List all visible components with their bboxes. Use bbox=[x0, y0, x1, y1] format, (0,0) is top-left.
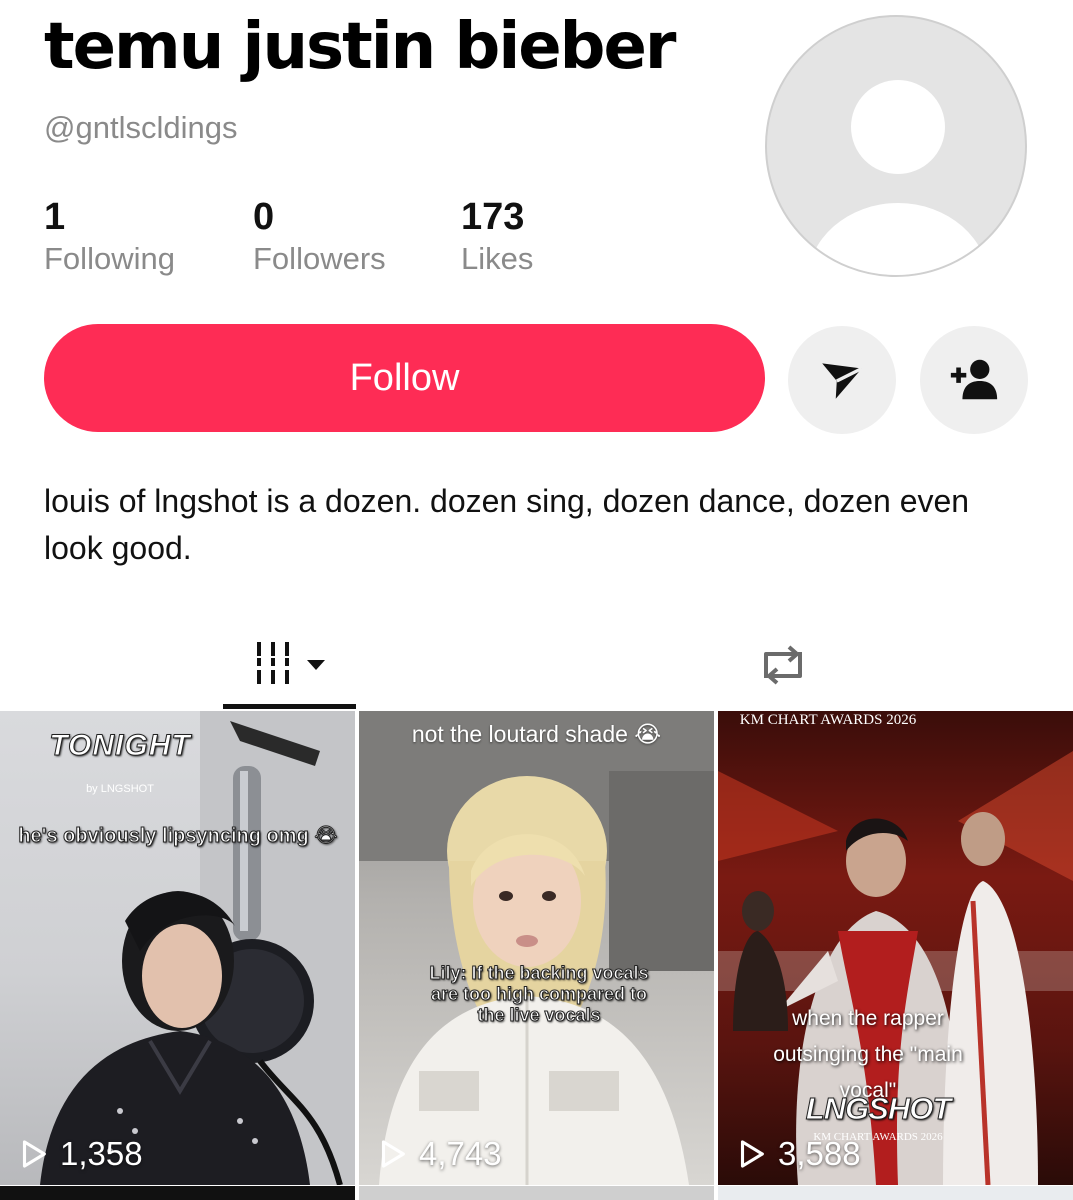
video-2-caption-top: not the loutard shade 😭 bbox=[411, 721, 662, 747]
video-grid: TONIGHT by LNGSHOT he's obviously lipsyn… bbox=[0, 711, 1073, 1200]
view-count-value: 4,743 bbox=[419, 1135, 502, 1172]
view-count-value: 1,358 bbox=[60, 1135, 143, 1172]
video-1-overlay-title: TONIGHT bbox=[49, 729, 191, 763]
video-thumbnail[interactable]: not the loutard shade 😭 Lily: If the bac… bbox=[359, 711, 714, 1185]
followers-count: 0 bbox=[253, 196, 275, 238]
profile-bio: louis of lngshot is a dozen. dozen sing,… bbox=[44, 483, 970, 566]
profile-username: @gntlscldings bbox=[44, 110, 238, 145]
tab-videos[interactable] bbox=[223, 620, 356, 710]
video-thumbnail-partial[interactable] bbox=[359, 1186, 714, 1200]
video-3-brand: LNGSHOT bbox=[805, 1091, 952, 1127]
view-count-value: 3,588 bbox=[778, 1135, 861, 1172]
play-icon bbox=[381, 1140, 405, 1168]
followers-label: Followers bbox=[253, 241, 386, 276]
tab-reposts[interactable] bbox=[716, 620, 849, 710]
add-friend-button[interactable] bbox=[920, 326, 1028, 434]
stat-followers[interactable]: 0 Followers bbox=[253, 195, 386, 279]
video-2-caption: Lily: If the backing vocals are too high… bbox=[429, 963, 649, 1026]
video-thumbnail[interactable]: TONIGHT by LNGSHOT he's obviously lipsyn… bbox=[0, 711, 355, 1185]
active-tab-indicator bbox=[223, 704, 356, 709]
avatar[interactable] bbox=[765, 15, 1027, 277]
view-count: 4,743 bbox=[375, 1135, 502, 1173]
video-1-overlay-sub: by LNGSHOT bbox=[86, 783, 154, 795]
add-person-icon bbox=[950, 359, 998, 400]
view-count: 1,358 bbox=[16, 1135, 143, 1173]
video-2-scene bbox=[359, 711, 714, 1185]
avatar-placeholder-head bbox=[851, 80, 945, 174]
view-count: 3,588 bbox=[734, 1135, 861, 1173]
play-icon bbox=[22, 1140, 46, 1168]
video-3-overlay-title: KM CHART AWARDS 2026 bbox=[739, 712, 917, 728]
message-button[interactable] bbox=[788, 326, 896, 434]
profile-display-name: temu justin bieber bbox=[44, 10, 676, 84]
paper-plane-icon bbox=[822, 363, 863, 399]
grid-icon bbox=[256, 642, 325, 684]
video-thumbnail-partial[interactable] bbox=[0, 1186, 355, 1200]
likes-count: 173 bbox=[461, 196, 525, 238]
stat-likes[interactable]: 173 Likes bbox=[461, 195, 533, 279]
play-icon bbox=[740, 1140, 764, 1168]
likes-label: Likes bbox=[461, 241, 534, 276]
repost-icon bbox=[763, 645, 802, 685]
video-thumbnail-partial[interactable] bbox=[718, 1186, 1073, 1200]
avatar-placeholder-body bbox=[807, 203, 989, 275]
following-label: Following bbox=[44, 241, 175, 276]
video-thumbnail[interactable]: KM CHART AWARDS 2026 when the rapper out… bbox=[718, 711, 1073, 1185]
following-count: 1 bbox=[44, 196, 66, 238]
stat-following[interactable]: 1 Following bbox=[44, 195, 175, 279]
video-1-caption: he's obviously lipsyncing omg 😭 bbox=[18, 825, 338, 848]
follow-button[interactable]: Follow bbox=[44, 324, 765, 432]
